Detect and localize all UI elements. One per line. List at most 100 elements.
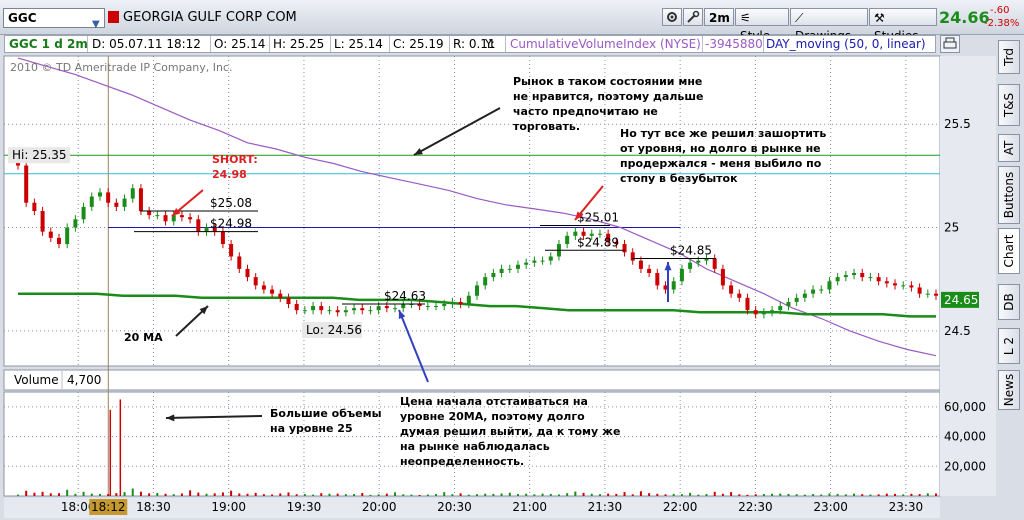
current-price-label: 24.65 <box>944 293 978 307</box>
candle-body <box>196 219 201 232</box>
annotation-line: Но тут все же решил зашортить <box>620 127 827 140</box>
volume-value: 4,700 <box>67 373 101 387</box>
candle-body <box>770 310 775 313</box>
candle-body <box>507 268 512 270</box>
candle-body <box>868 277 873 279</box>
candle-body <box>270 289 275 294</box>
candle-body <box>876 277 881 282</box>
annotation-line: Большие объемы <box>270 407 382 420</box>
time-tick-label: 22:00 <box>663 500 698 514</box>
time-tick-label: 21:30 <box>588 500 623 514</box>
candle-body <box>89 196 94 207</box>
candle-body <box>253 277 258 286</box>
candle-body <box>401 304 406 309</box>
candle-body <box>901 285 906 287</box>
candle-body <box>56 237 61 245</box>
candle-body <box>524 262 529 265</box>
candle-body <box>229 244 234 257</box>
candle-body <box>114 202 119 207</box>
annotation-line: не нравится, поэтому дальше <box>513 90 704 103</box>
annotation-short-attempt: Но тут все же решил зашортить от уровня,… <box>620 126 826 186</box>
candle-body <box>532 260 537 263</box>
time-tick-label: 22:30 <box>738 500 773 514</box>
time-tick-label: 21:00 <box>512 500 547 514</box>
annotation-line: SHORT: <box>212 153 258 166</box>
candle-body <box>155 215 160 217</box>
candle-body <box>720 268 725 286</box>
candle-body <box>671 281 676 290</box>
candle-body <box>548 256 553 261</box>
candle-body <box>688 262 693 269</box>
lo-label: Lo: 24.56 <box>306 323 362 337</box>
candle-body <box>138 188 143 211</box>
candle-body <box>286 297 291 304</box>
candle-body <box>729 285 734 294</box>
candle-body <box>655 273 660 286</box>
candle-body <box>204 227 209 232</box>
candle-body <box>327 310 332 312</box>
candle-body <box>475 285 479 296</box>
candle-body <box>48 231 53 238</box>
candle-body <box>163 215 168 222</box>
candle-body <box>893 283 898 286</box>
candle-body <box>393 308 398 310</box>
price-level-label: $25.01 <box>577 210 619 224</box>
annotation-short-entry: SHORT: 24.98 <box>212 152 258 182</box>
annotation-line: на уровне 25 <box>270 422 353 435</box>
candle-body <box>753 310 758 315</box>
candle-body <box>73 219 78 228</box>
candle-body <box>843 275 848 278</box>
candle-body <box>802 293 807 298</box>
candle-body <box>819 289 824 291</box>
annotation-line: часто предпочитаю не <box>513 105 658 118</box>
candle-body <box>352 308 357 311</box>
candle-body <box>24 165 29 203</box>
time-tick-label: 18:30 <box>136 500 171 514</box>
time-tick-label: 23:30 <box>889 500 924 514</box>
candle-body <box>712 258 717 269</box>
candle-body <box>343 310 348 313</box>
candle-body <box>737 293 742 298</box>
candle-body <box>294 304 299 311</box>
candle-body <box>237 256 242 269</box>
candle-body <box>622 244 627 253</box>
candle-body <box>917 287 922 294</box>
candle-body <box>32 202 37 211</box>
volume-tick-label: 60,000 <box>944 400 986 414</box>
candle-body <box>450 301 455 304</box>
annotation-line: 20 MA <box>124 331 163 344</box>
candle-body <box>302 310 307 312</box>
candle-body <box>778 306 783 311</box>
candle-body <box>909 285 914 288</box>
price-level-label: $24.98 <box>210 217 252 231</box>
volume-tick-label: 20,000 <box>944 459 986 473</box>
candle-body <box>97 192 102 197</box>
candle-body <box>565 235 570 245</box>
candle-body <box>761 312 766 315</box>
candle-body <box>679 268 684 282</box>
candle-body <box>638 260 643 269</box>
candle-body <box>458 301 463 304</box>
candle-body <box>220 231 225 245</box>
price-level-label: $24.89 <box>577 235 619 249</box>
annotation-20ma: 20 MA <box>124 330 163 345</box>
candle-body <box>434 306 439 308</box>
hi-label: Hi: 25.35 <box>12 148 67 162</box>
candle-body <box>425 306 430 308</box>
candle-body <box>934 293 938 296</box>
candle-body <box>811 289 816 294</box>
time-tick-label: 23:00 <box>813 500 848 514</box>
candle-body <box>442 304 447 307</box>
candle-body <box>925 293 930 295</box>
candle-body <box>106 192 111 203</box>
time-tick-label: 19:30 <box>287 500 322 514</box>
candle-body <box>335 310 340 313</box>
candle-body <box>860 273 865 278</box>
candle-body <box>65 227 70 245</box>
candle-body <box>122 198 127 207</box>
annotation-line: от уровня, но долго в рынке не <box>620 142 821 155</box>
candle-body <box>245 268 250 278</box>
candle-body <box>852 273 857 276</box>
candle-body <box>884 281 889 284</box>
candle-body <box>147 211 152 216</box>
